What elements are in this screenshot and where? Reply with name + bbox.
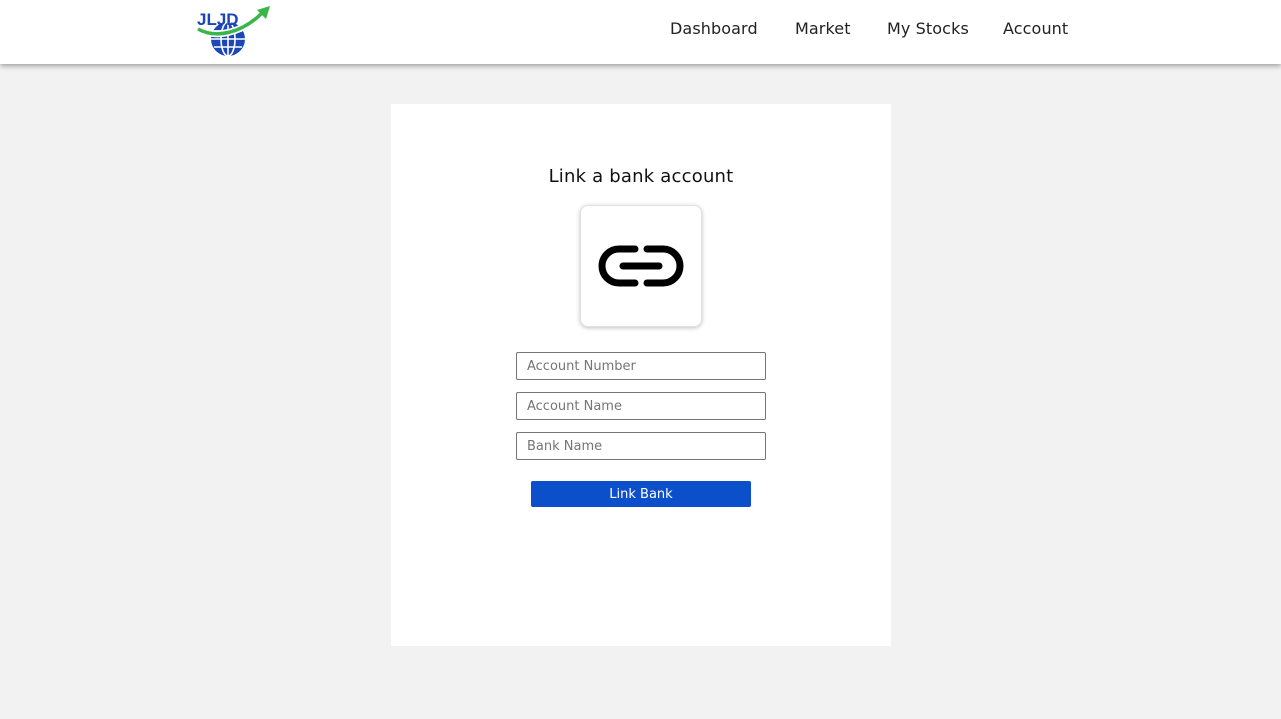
top-navbar: JLJD · · · · · Dashboard Market My Stock… [0, 0, 1281, 64]
link-icon-tile [580, 205, 702, 327]
chain-link-icon [598, 245, 684, 287]
bank-name-input[interactable] [516, 432, 766, 460]
account-number-input[interactable] [516, 352, 766, 380]
nav-item-dashboard[interactable]: Dashboard [670, 19, 758, 38]
svg-text:· · · · ·: · · · · · [198, 28, 209, 33]
account-name-input[interactable] [516, 392, 766, 420]
link-bank-button[interactable]: Link Bank [531, 481, 751, 507]
nav-item-market[interactable]: Market [795, 19, 851, 38]
nav-item-my-stocks[interactable]: My Stocks [887, 19, 969, 38]
globe-with-rising-arrow-logo-icon: JLJD · · · · · [196, 6, 270, 57]
brand-logo[interactable]: JLJD · · · · · [196, 3, 272, 59]
logo-text: JLJD [197, 10, 239, 29]
link-bank-card: Link a bank account Link Bank [391, 104, 891, 646]
nav-item-account[interactable]: Account [1003, 19, 1068, 38]
page-title: Link a bank account [548, 166, 734, 187]
